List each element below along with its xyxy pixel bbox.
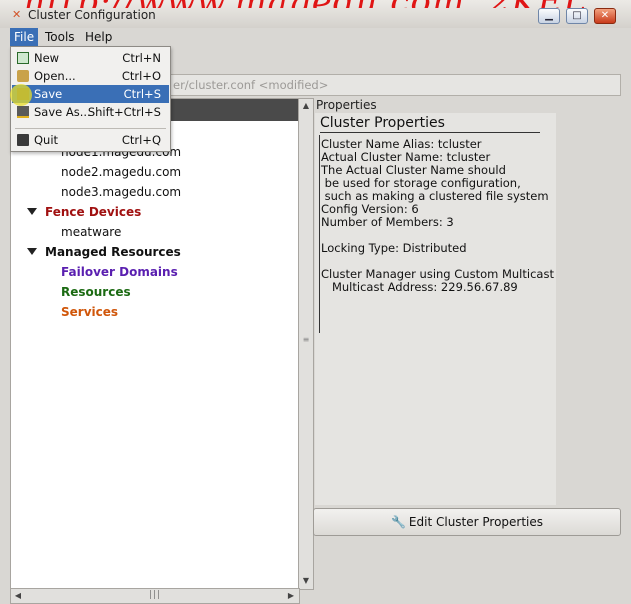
tree-node-3[interactable]: node3.magedu.com (61, 185, 181, 199)
window-title: Cluster Configuration (28, 8, 156, 22)
file-menu-dropdown: New Ctrl+N Open... Ctrl+O Save Ctrl+S Sa… (10, 46, 171, 152)
menu-item-save[interactable]: Save Ctrl+S (12, 85, 169, 103)
scroll-down-icon[interactable]: ▼ (299, 575, 313, 587)
menu-item-save-as[interactable]: Save As... Shift+Ctrl+S (12, 103, 169, 121)
scroll-left-icon[interactable]: ◀ (12, 589, 24, 603)
tree-failover-domains[interactable]: Failover Domains (61, 265, 178, 279)
close-button[interactable]: ✕ (594, 8, 616, 24)
property-line: The Actual Cluster Name should (321, 163, 506, 177)
close-icon: ✕ (600, 10, 610, 21)
menu-file[interactable]: File (10, 28, 39, 46)
property-line: such as making a clustered file system (321, 189, 549, 203)
tree-services[interactable]: Services (61, 305, 118, 319)
tree-horizontal-scrollbar[interactable]: ◀ ||| ▶ (10, 588, 300, 604)
edit-cluster-properties-button[interactable]: 🔧 Edit Cluster Properties (313, 508, 621, 536)
properties-label: Properties (316, 98, 377, 112)
menu-item-new[interactable]: New Ctrl+N (12, 49, 169, 67)
divider (319, 135, 320, 333)
tree-managed-resources[interactable]: Managed Resources (27, 245, 181, 259)
menu-item-quit[interactable]: Quit Ctrl+Q (12, 131, 169, 149)
maximize-button[interactable]: □ (566, 8, 588, 24)
menu-separator (15, 128, 166, 129)
properties-title: Cluster Properties (320, 115, 445, 131)
menu-help[interactable]: Help (81, 28, 116, 46)
expander-icon[interactable] (27, 248, 37, 255)
quit-icon (17, 134, 29, 146)
tree-fence-devices[interactable]: Fence Devices (27, 205, 141, 219)
minimize-icon: ▁ (545, 10, 553, 21)
property-line: Number of Members: 3 (321, 215, 454, 229)
property-line: Actual Cluster Name: tcluster (321, 150, 491, 164)
tree-vertical-scrollbar[interactable]: ▲ ≡ ▼ (298, 98, 314, 590)
app-icon: ✕ (12, 8, 22, 21)
scroll-up-icon[interactable]: ▲ (299, 100, 313, 112)
maximize-icon: □ (572, 10, 582, 21)
folder-open-icon (17, 70, 29, 82)
tree-node-2[interactable]: node2.magedu.com (61, 165, 181, 179)
wrench-icon: 🔧 (390, 515, 406, 529)
property-line: be used for storage configuration, (321, 176, 521, 190)
save-as-icon (17, 106, 29, 118)
properties-panel: Cluster Properties Cluster Name Alias: t… (315, 113, 556, 505)
cursor-highlight (10, 84, 32, 106)
menu-item-open[interactable]: Open... Ctrl+O (12, 67, 169, 85)
cluster-tree-panel[interactable]: node1.magedu.com node2.magedu.com node3.… (10, 98, 300, 590)
property-line: Cluster Name Alias: tcluster (321, 137, 482, 151)
scroll-grip-icon[interactable]: ||| (149, 590, 161, 600)
tree-fence-device[interactable]: meatware (61, 225, 121, 239)
watermark: http://www.magedu.com, 2KEL (0, 0, 631, 8)
splitter-grip-icon[interactable]: ≡ (299, 334, 313, 346)
tree-resources[interactable]: Resources (61, 285, 131, 299)
property-line: Cluster Manager using Custom Multicast M… (321, 267, 554, 281)
property-line: Multicast Address: 229.56.67.89 (321, 280, 518, 294)
config-path-text: er/cluster.conf <modified> (173, 78, 329, 92)
minimize-button[interactable]: ▁ (538, 8, 560, 24)
menu-tools[interactable]: Tools (41, 28, 79, 46)
title-bar: http://www.magedu.com, 2KEL ✕ Cluster Co… (0, 0, 631, 29)
new-icon (17, 52, 29, 64)
menu-bar: File Tools Help (0, 28, 631, 46)
property-line: Locking Type: Distributed (321, 241, 467, 255)
divider (320, 132, 540, 133)
expander-icon[interactable] (27, 208, 37, 215)
property-line: Config Version: 6 (321, 202, 419, 216)
scroll-right-icon[interactable]: ▶ (285, 589, 297, 603)
